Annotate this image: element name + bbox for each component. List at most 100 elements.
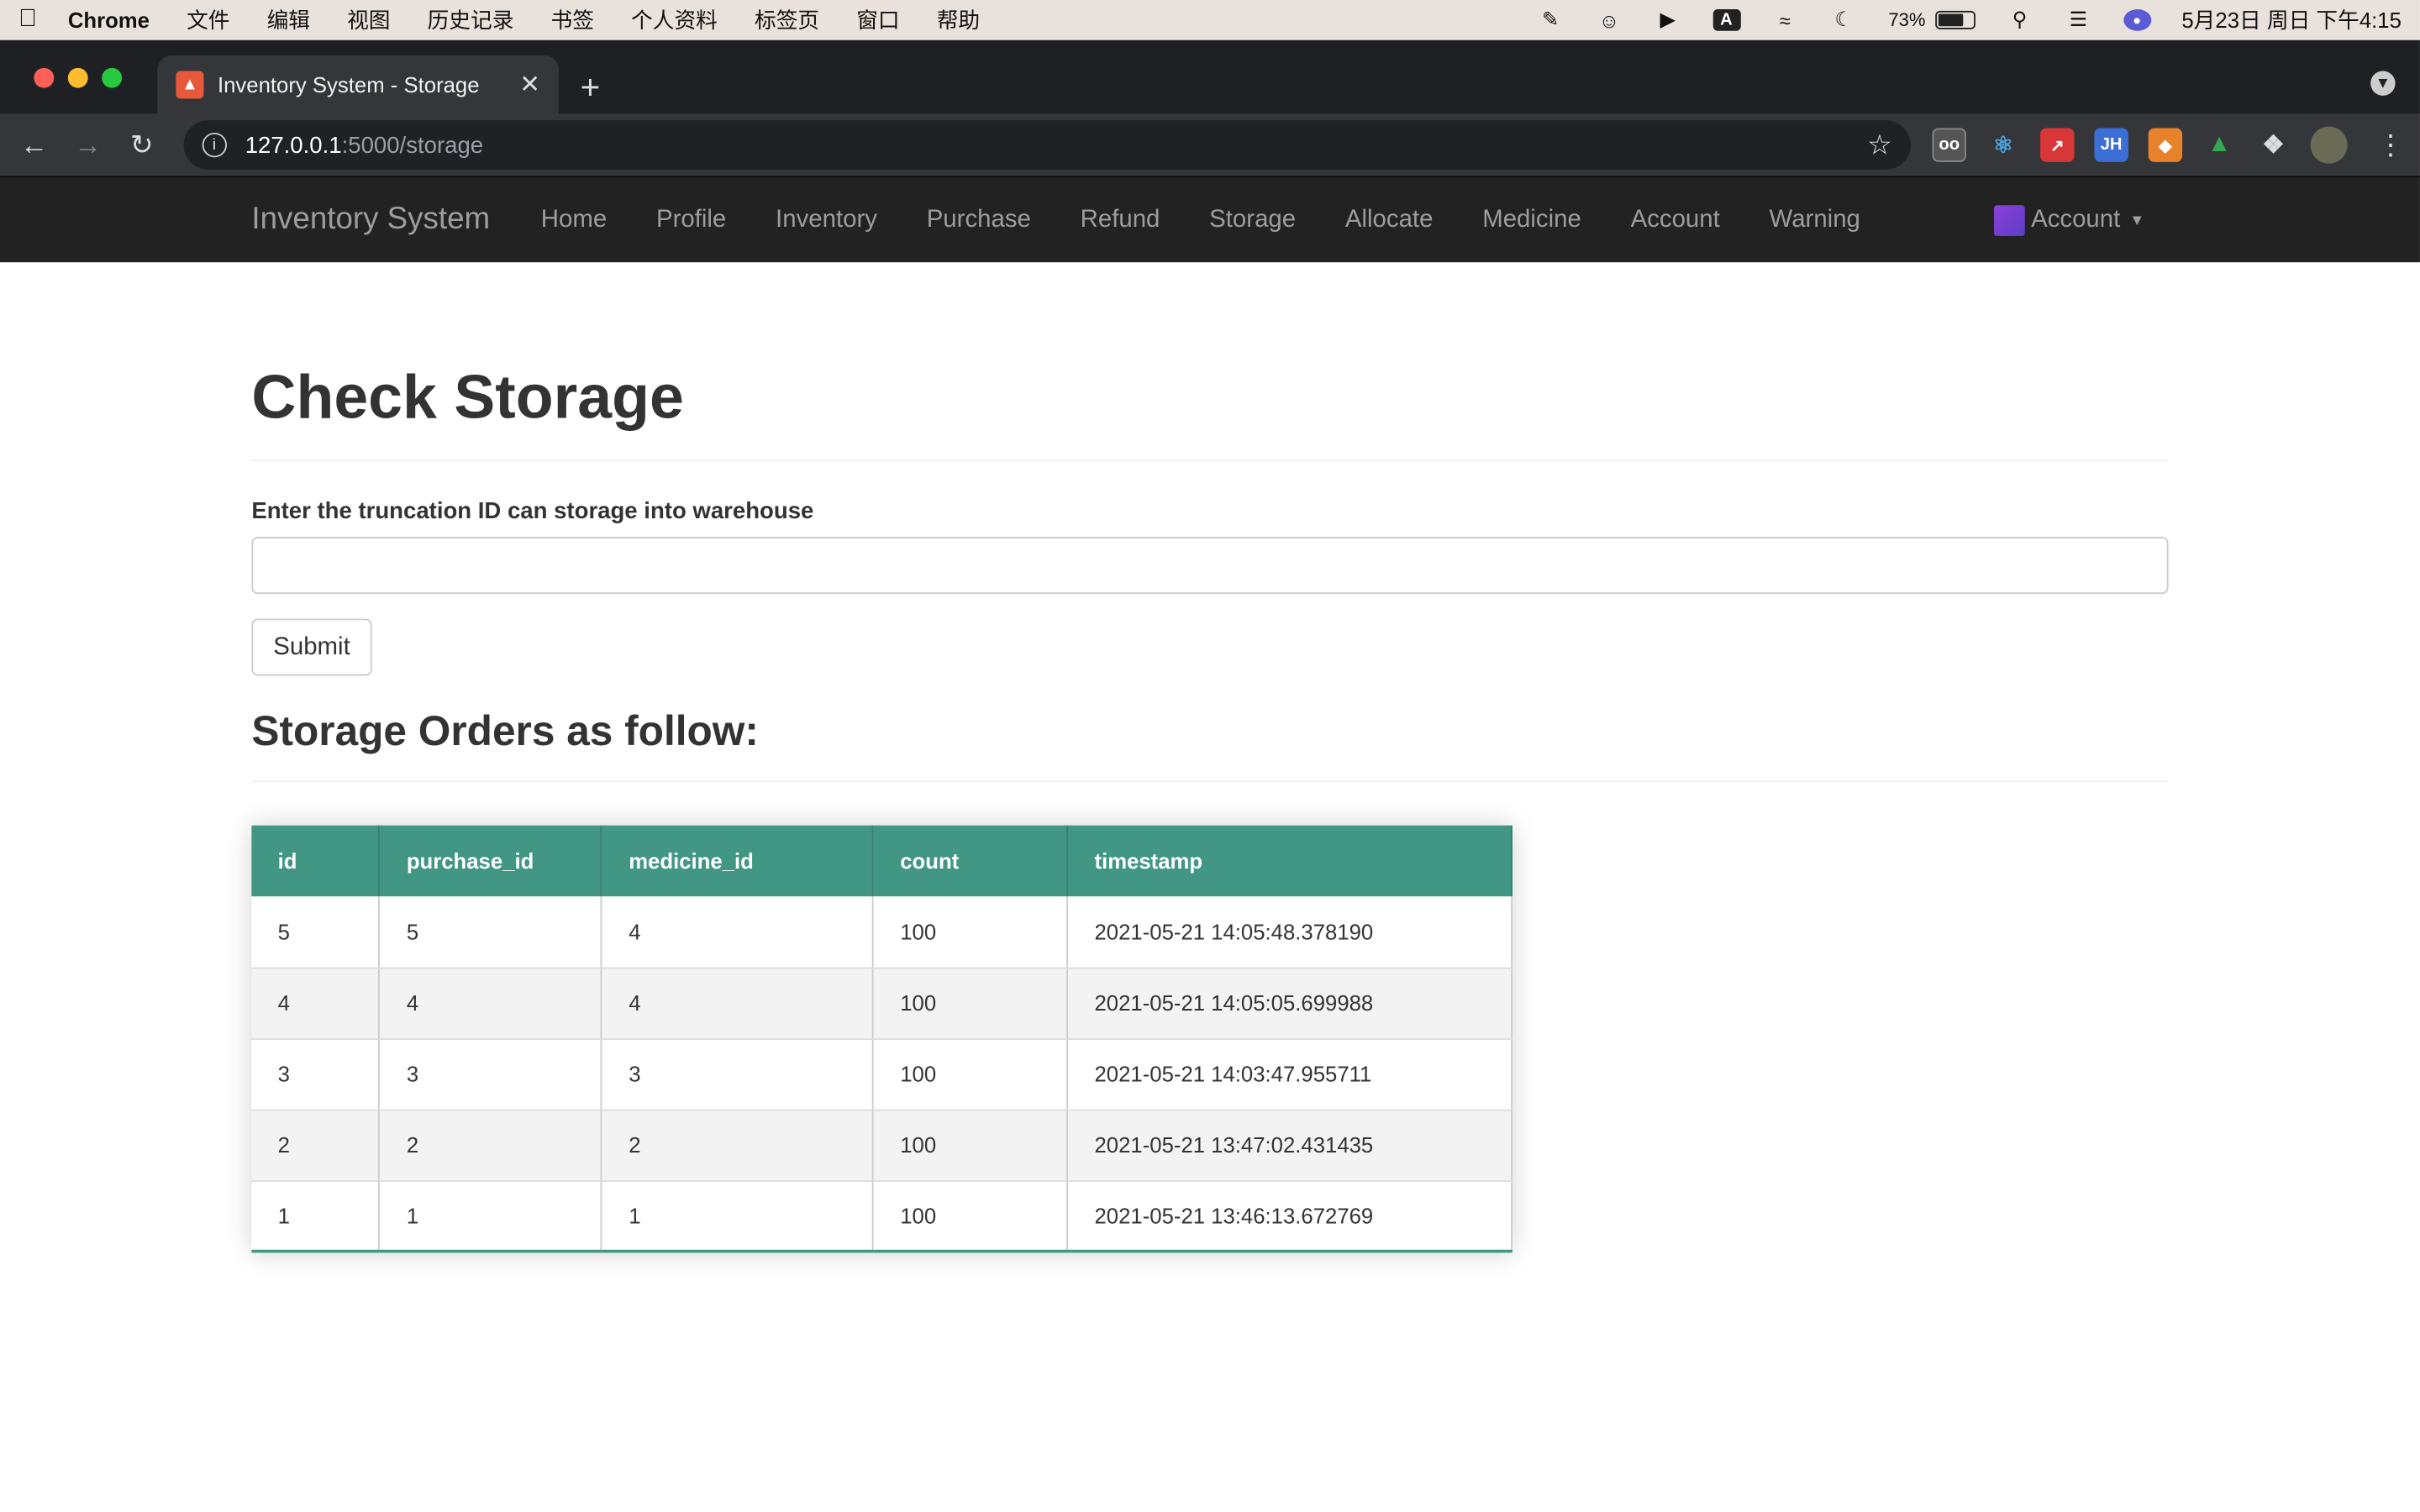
cell-count: 100 — [873, 1038, 1069, 1110]
cell-purchase-id: 5 — [379, 896, 602, 969]
zoom-window-button[interactable] — [102, 67, 123, 88]
page-title: Check Storage — [251, 364, 684, 433]
menubar-clock[interactable]: 5月23日 周日 下午4:15 — [2181, 5, 2402, 36]
menu-edit[interactable]: 编辑 — [267, 5, 310, 36]
browser-tabstrip: ▲ Inventory System - Storage ✕ + ▼ — [0, 39, 2420, 114]
title-divider — [251, 459, 2169, 462]
forward-icon[interactable]: → — [70, 127, 107, 164]
minimize-window-button[interactable] — [67, 67, 88, 88]
cell-id: 5 — [251, 896, 381, 969]
nav-purchase[interactable]: Purchase — [902, 206, 1055, 234]
nav-home[interactable]: Home — [516, 206, 631, 234]
browser-tab-active[interactable]: ▲ Inventory System - Storage ✕ — [157, 55, 559, 114]
extensions-puzzle-icon[interactable]: ❖ — [2256, 128, 2290, 161]
menu-history[interactable]: 历史记录 — [428, 5, 514, 36]
table-row: 4 4 4 100 2021-05-21 14:05:05.699988 — [251, 967, 1512, 1040]
chrome-menu-icon[interactable]: ⋮ — [2377, 129, 2405, 161]
nav-account[interactable]: Account — [1606, 206, 1744, 234]
submit-wrap: Submit — [251, 618, 2168, 676]
menu-app-name[interactable]: Chrome — [68, 8, 150, 32]
extension-pick-icon[interactable]: ↗ — [2040, 128, 2075, 162]
nav-refund[interactable]: Refund — [1055, 206, 1185, 234]
cell-medicine-id: 1 — [602, 1180, 875, 1253]
close-tab-icon[interactable]: ✕ — [519, 70, 540, 101]
cell-timestamp: 2021-05-21 14:05:05.699988 — [1067, 967, 1512, 1040]
cell-timestamp: 2021-05-21 13:47:02.431435 — [1067, 1109, 1512, 1181]
extension-metamask-icon[interactable]: ◆ — [2148, 128, 2183, 162]
cell-count: 100 — [873, 1109, 1069, 1181]
tab-title: Inventory System - Storage — [217, 72, 480, 97]
menu-file[interactable]: 文件 — [187, 5, 229, 36]
reload-icon[interactable]: ↻ — [124, 127, 160, 164]
play-status-icon[interactable]: ▶ — [1654, 8, 1681, 31]
extension-react-icon[interactable]: ⚛ — [1986, 128, 2020, 161]
input-wrap — [251, 537, 2169, 595]
site-favicon-icon: ▲ — [176, 71, 204, 99]
spotlight-search-icon[interactable]: ⚲ — [2006, 8, 2033, 31]
cell-id: 1 — [251, 1180, 381, 1253]
control-center-icon[interactable]: ☰ — [2065, 8, 2092, 31]
truncation-id-label: Enter the truncation ID can storage into… — [251, 498, 814, 525]
cell-medicine-id: 4 — [602, 896, 875, 969]
window-controls — [34, 67, 123, 88]
chat-status-icon[interactable]: ✎ — [1537, 8, 1565, 31]
cell-medicine-id: 3 — [602, 1038, 875, 1110]
cell-medicine-id: 4 — [602, 967, 875, 1040]
table-row: 3 3 3 100 2021-05-21 14:03:47.955711 — [251, 1038, 1512, 1110]
menu-bookmarks[interactable]: 书签 — [551, 5, 594, 36]
extension-jh-icon[interactable]: JH — [2094, 128, 2128, 162]
moon-icon[interactable]: ☾ — [1830, 8, 1858, 31]
close-window-button[interactable] — [34, 67, 55, 88]
siri-icon[interactable]: ● — [2123, 9, 2151, 31]
menu-profiles[interactable]: 个人资料 — [631, 5, 718, 36]
face-status-icon[interactable]: ☺ — [1595, 8, 1623, 32]
url-path: :5000/storage — [341, 132, 484, 159]
back-icon[interactable]: ← — [15, 127, 52, 164]
orders-table-wrap: id purchase_id medicine_id count timesta… — [251, 825, 2168, 1253]
menu-help[interactable]: 帮助 — [937, 5, 980, 36]
account-dropdown[interactable]: Account ▼ — [1994, 205, 2145, 237]
profile-avatar[interactable] — [2310, 126, 2348, 164]
orders-divider — [251, 780, 2169, 783]
column-header-timestamp: timestamp — [1067, 825, 1512, 897]
truncation-id-input[interactable] — [251, 537, 2169, 595]
extension-glasses-icon[interactable]: oo — [1932, 128, 1966, 162]
apple-icon[interactable]:  — [18, 6, 46, 34]
tab-search-icon[interactable]: ▼ — [2370, 71, 2396, 96]
new-tab-icon[interactable]: + — [581, 68, 601, 108]
cell-count: 100 — [873, 1180, 1069, 1253]
caret-down-icon: ▼ — [2129, 212, 2145, 229]
nav-medicine[interactable]: Medicine — [1458, 206, 1606, 234]
submit-button[interactable]: Submit — [251, 618, 372, 676]
table-header-row: id purchase_id medicine_id count timesta… — [251, 825, 1512, 897]
cell-id: 4 — [251, 967, 381, 1040]
menu-view[interactable]: 视图 — [347, 5, 390, 36]
cell-timestamp: 2021-05-21 14:03:47.955711 — [1067, 1038, 1512, 1110]
user-avatar — [1994, 205, 2025, 237]
mac-menubar:  Chrome 文件 编辑 视图 历史记录 书签 个人资料 标签页 窗口 帮助… — [0, 0, 2420, 40]
url-host: 127.0.0.1 — [245, 132, 342, 159]
menu-window[interactable]: 窗口 — [856, 5, 899, 36]
nav-allocate[interactable]: Allocate — [1320, 206, 1457, 234]
table-row: 5 5 4 100 2021-05-21 14:05:48.378190 — [251, 896, 1512, 969]
extension-drive-icon[interactable]: ▲ — [2202, 128, 2236, 161]
address-bar[interactable]: i 127.0.0.1 :5000/storage ☆ — [183, 120, 1911, 171]
bookmark-star-icon[interactable]: ☆ — [1867, 129, 1892, 161]
wifi-icon[interactable]: ≈ — [1771, 8, 1799, 32]
form-label-wrap: Enter the truncation ID can storage into… — [251, 498, 2168, 524]
nav-storage[interactable]: Storage — [1185, 206, 1321, 234]
input-method-icon[interactable]: A — [1712, 9, 1741, 31]
nav-inventory[interactable]: Inventory — [751, 206, 902, 234]
menu-tabs[interactable]: 标签页 — [755, 5, 819, 36]
nav-profile[interactable]: Profile — [632, 206, 751, 234]
column-header-count: count — [873, 825, 1069, 897]
battery-status[interactable]: 73% — [1888, 9, 1975, 31]
battery-icon — [1934, 10, 1975, 29]
navbar-brand[interactable]: Inventory System — [251, 202, 490, 238]
page-title-wrap: Check Storage — [251, 364, 2168, 433]
extensions-area: oo ⚛ ↗ JH ◆ ▲ ❖ ⋮ — [1932, 126, 2405, 164]
app-navbar: Inventory System Home Profile Inventory … — [0, 176, 2420, 263]
cell-medicine-id: 2 — [602, 1109, 875, 1181]
nav-warning[interactable]: Warning — [1744, 206, 1885, 234]
site-info-icon[interactable]: i — [202, 132, 227, 158]
